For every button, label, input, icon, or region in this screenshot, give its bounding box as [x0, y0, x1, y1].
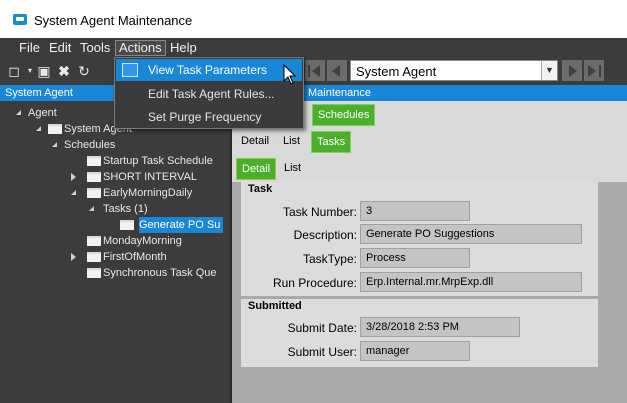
menu-item-edit-task-agent-rules[interactable]: Edit Task Agent Rules...	[116, 83, 302, 105]
first-record-button[interactable]	[305, 60, 325, 81]
tree-node-tasks[interactable]: Tasks (1)	[89, 201, 148, 217]
menu-bar: File Edit Tools Actions Help	[0, 38, 627, 57]
delete-icon[interactable]: ✖	[56, 63, 72, 79]
submit-user-label: Submit User:	[287, 345, 357, 359]
new-icon[interactable]: ◻	[6, 63, 22, 79]
folder-icon	[87, 268, 101, 278]
menu-edit[interactable]: Edit	[46, 40, 74, 56]
submit-user-field[interactable]: manager	[360, 341, 470, 361]
run-procedure-label: Run Procedure:	[272, 276, 357, 290]
task-type-field[interactable]: Process	[360, 248, 470, 268]
content-panel: Schedules Detail List Tasks Detail List …	[232, 101, 627, 403]
tab-schedules[interactable]: Schedules	[312, 104, 376, 126]
agent-selector[interactable]: System Agent ▼	[350, 60, 558, 81]
task-panel: Task Task Number: 3 Description: Generat…	[241, 182, 598, 296]
tab-tasks[interactable]: Tasks	[311, 131, 352, 153]
collapse-icon[interactable]	[71, 190, 76, 195]
menu-file[interactable]: File	[16, 40, 43, 56]
task-type-label: TaskType:	[302, 252, 357, 266]
description-field[interactable]: Generate PO Suggestions	[360, 224, 582, 244]
folder-icon	[87, 188, 101, 198]
folder-icon	[48, 124, 62, 134]
actions-menu-dropdown: View Task Parameters Edit Task Agent Rul…	[114, 57, 304, 129]
menu-item-label: Edit Task Agent Rules...	[148, 87, 275, 101]
menu-item-label: View Task Parameters	[148, 63, 267, 77]
parameters-icon	[122, 63, 138, 77]
menu-tools[interactable]: Tools	[77, 40, 113, 56]
tree-node-schedule[interactable]: Synchronous Task Que	[87, 265, 217, 281]
tab-task-list[interactable]: List	[279, 158, 306, 180]
tree-node-label: MondayMorning	[103, 235, 182, 247]
menu-item-view-task-parameters[interactable]: View Task Parameters	[116, 59, 302, 81]
tab-detail[interactable]: Detail	[236, 131, 274, 153]
expand-icon[interactable]	[71, 173, 76, 181]
folder-icon	[120, 220, 134, 230]
tree-node-schedule[interactable]: MondayMorning	[87, 233, 182, 249]
tab-row-schedule-detail: Detail List Tasks	[232, 128, 627, 155]
task-number-label: Task Number:	[282, 205, 357, 219]
tree-node-label: SHORT INTERVAL	[103, 171, 197, 183]
submit-date-label: Submit Date:	[287, 321, 357, 335]
previous-record-button[interactable]	[327, 60, 347, 81]
collapse-icon[interactable]	[52, 142, 57, 147]
app-window: System Agent Maintenance File Edit Tools…	[0, 0, 627, 403]
tree-node-schedule[interactable]: EarlyMorningDaily	[71, 185, 193, 201]
tree-node-label: Startup Task Schedule	[103, 155, 213, 167]
tree-node-schedule[interactable]: FirstOfMonth	[71, 249, 167, 265]
tree-node-task-selected[interactable]: Generate PO Su	[120, 217, 224, 233]
menu-item-set-purge-frequency[interactable]: Set Purge Frequency	[116, 106, 302, 128]
navigation-tree: Agent System Agent Schedules Startup Tas…	[0, 101, 230, 403]
folder-icon	[87, 172, 101, 182]
tree-node-label: EarlyMorningDaily	[103, 187, 193, 199]
title-bar: System Agent Maintenance	[0, 0, 627, 38]
submitted-panel: Submitted Submit Date: 3/28/2018 2:53 PM…	[241, 299, 598, 367]
menu-item-label: Set Purge Frequency	[148, 110, 262, 124]
refresh-icon[interactable]: ↻	[76, 63, 92, 79]
folder-icon	[87, 236, 101, 246]
tree-node-agent[interactable]: Agent	[16, 105, 57, 121]
last-record-button[interactable]	[584, 60, 604, 81]
agent-selector-value: System Agent	[356, 64, 437, 79]
description-label: Description:	[293, 228, 357, 242]
tree-node-schedule[interactable]: SHORT INTERVAL	[71, 169, 197, 185]
tree-node-label: Generate PO Su	[139, 219, 221, 231]
collapse-icon[interactable]	[16, 110, 21, 115]
next-record-button[interactable]	[562, 60, 582, 81]
submit-date-field[interactable]: 3/28/2018 2:53 PM	[360, 317, 520, 337]
expand-icon[interactable]	[71, 253, 76, 261]
tab-task-detail[interactable]: Detail	[236, 158, 277, 180]
task-section-title: Task	[248, 183, 273, 195]
tab-list[interactable]: List	[278, 131, 305, 153]
tree-node-schedule[interactable]: Startup Task Schedule	[87, 153, 213, 169]
menu-actions[interactable]: Actions	[115, 40, 166, 56]
tab-row-task-detail: Detail List	[232, 155, 627, 182]
tree-node-schedules[interactable]: Schedules	[52, 137, 116, 153]
task-number-field[interactable]: 3	[360, 201, 470, 221]
window-title: System Agent Maintenance	[34, 13, 193, 28]
folder-icon	[87, 252, 101, 262]
tree-node-label: Tasks (1)	[103, 203, 148, 215]
app-icon	[13, 14, 27, 25]
tree-node-label: Schedules	[64, 139, 116, 151]
submitted-section-title: Submitted	[248, 300, 302, 312]
menu-help[interactable]: Help	[167, 40, 200, 56]
chevron-down-icon[interactable]: ▼	[541, 61, 557, 80]
collapse-icon[interactable]	[36, 126, 41, 131]
collapse-icon[interactable]	[89, 206, 94, 211]
mouse-cursor-icon	[283, 64, 297, 85]
save-icon[interactable]: ▣	[36, 63, 52, 79]
run-procedure-field[interactable]: Erp.Internal.mr.MrpExp.dll	[360, 272, 582, 292]
tree-node-label: FirstOfMonth	[103, 251, 167, 263]
folder-icon	[87, 156, 101, 166]
tree-node-label: Agent	[28, 107, 57, 119]
tree-node-label: Synchronous Task Que	[103, 267, 217, 279]
